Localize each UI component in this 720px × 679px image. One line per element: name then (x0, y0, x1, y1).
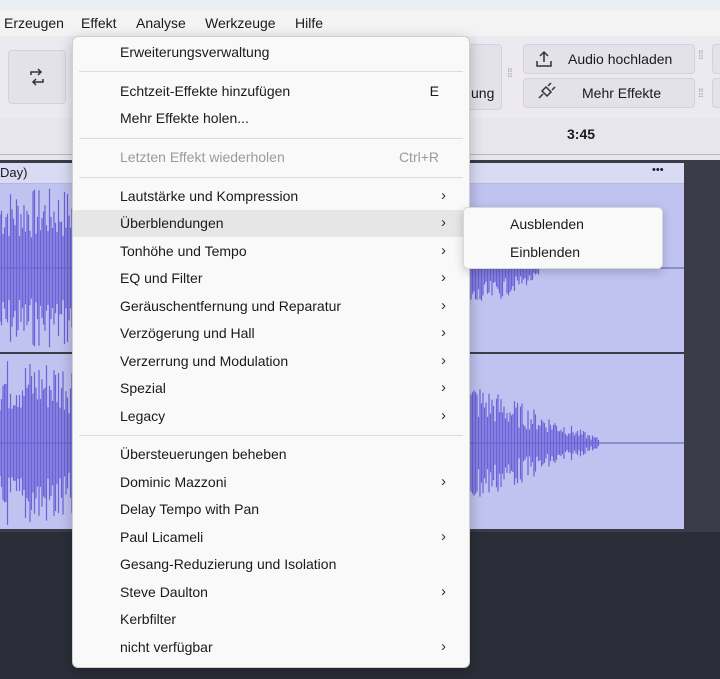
menu-item-echtzeit-effekte[interactable]: Echtzeit-Effekte hinzufügen E (73, 78, 469, 105)
menu-item-eq-filter[interactable]: EQ und Filter › (73, 265, 469, 292)
submenu-item-einblenden[interactable]: Einblenden (510, 244, 580, 260)
menu-effekt[interactable]: Effekt (81, 15, 117, 31)
chevron-right-icon: › (441, 214, 446, 231)
menu-item-tonhoehe[interactable]: Tonhöhe und Tempo › (73, 238, 469, 265)
menu-item-nicht-verfuegbar[interactable]: nicht verfügbar › (73, 634, 469, 661)
menu-item-erweiterungsverwaltung[interactable]: Erweiterungsverwaltung (73, 39, 469, 66)
chevron-right-icon: › (441, 242, 446, 259)
menu-item-mehr-effekte-holen[interactable]: Mehr Effekte holen... (73, 105, 469, 132)
menu-separator (79, 435, 463, 436)
chevron-right-icon: › (441, 583, 446, 600)
chevron-right-icon: › (441, 638, 446, 655)
menu-item-uebersteuerungen[interactable]: Übersteuerungen beheben (73, 441, 469, 468)
ruler-time-label: 3:45 (567, 126, 596, 142)
menu-separator (79, 177, 463, 178)
menu-erzeugen[interactable]: Erzeugen (4, 15, 64, 31)
clip-menu-dots[interactable]: ••• (652, 164, 664, 176)
submenu-item-ausblenden[interactable]: Ausblenden (510, 216, 584, 232)
chevron-right-icon: › (441, 269, 446, 286)
chevron-right-icon: › (441, 528, 446, 545)
menu-item-letzten-effekt[interactable]: Letzten Effekt wiederholen Ctrl+R (73, 144, 469, 171)
upload-icon (536, 50, 552, 67)
menu-item-legacy[interactable]: Legacy › (73, 403, 469, 430)
cutoff-button-2[interactable] (712, 78, 720, 108)
menu-item-paul-licameli[interactable]: Paul Licameli › (73, 524, 469, 551)
menu-item-geraeuschentfernung[interactable]: Geräuschentfernung und Reparatur › (73, 293, 469, 320)
menu-hilfe[interactable]: Hilfe (295, 15, 323, 31)
menu-item-spezial[interactable]: Spezial › (73, 375, 469, 402)
menu-item-lautstaerke[interactable]: Lautstärke und Kompression › (73, 183, 469, 210)
toolbar-grip-right-2[interactable]: ⁞⁞ (698, 86, 704, 100)
chevron-right-icon: › (441, 297, 446, 314)
more-effects-button[interactable]: Mehr Effekte (523, 78, 695, 108)
menu-item-verzoegerung[interactable]: Verzögerung und Hall › (73, 320, 469, 347)
chevron-right-icon: › (441, 473, 446, 490)
chevron-right-icon: › (441, 407, 446, 424)
menu-analyse[interactable]: Analyse (136, 15, 186, 31)
ueberblendungen-submenu: Ausblenden Einblenden (463, 207, 663, 269)
top-strip (0, 0, 720, 10)
cutoff-button[interactable] (712, 44, 720, 74)
effect-menu: Erweiterungsverwaltung Echtzeit-Effekte … (72, 36, 470, 668)
menu-item-ueberblendungen[interactable]: Überblendungen › (73, 210, 469, 237)
upload-label: Audio hochladen (568, 51, 673, 67)
menu-item-delay-tempo[interactable]: Delay Tempo with Pan (73, 496, 469, 523)
menu-separator (79, 71, 463, 72)
menu-item-steve-daulton[interactable]: Steve Daulton › (73, 579, 469, 606)
toolbar-grip-right[interactable]: ⁞⁞ (698, 48, 704, 62)
hidden-button-label: ung (471, 85, 495, 101)
chevron-right-icon: › (441, 352, 446, 369)
loop-button[interactable] (8, 50, 66, 104)
toolbar-grip[interactable]: ⁞⁞ (507, 66, 513, 80)
loop-icon (30, 68, 44, 86)
chevron-right-icon: › (441, 379, 446, 396)
menu-werkzeuge[interactable]: Werkzeuge (205, 15, 276, 31)
menu-item-gesang-reduzierung[interactable]: Gesang-Reduzierung und Isolation (73, 551, 469, 578)
menu-separator (79, 138, 463, 139)
menu-item-verzerrung[interactable]: Verzerrung und Modulation › (73, 348, 469, 375)
more-effects-label: Mehr Effekte (582, 85, 662, 101)
chevron-right-icon: › (441, 324, 446, 341)
upload-audio-button[interactable]: Audio hochladen (523, 44, 695, 74)
menu-bar: Erzeugen Effekt Analyse Werkzeuge Hilfe (0, 10, 720, 36)
menu-item-kerbfilter[interactable]: Kerbfilter (73, 606, 469, 633)
clip-name: Day) (0, 165, 28, 180)
plugin-icon (538, 82, 556, 99)
chevron-right-icon: › (441, 187, 446, 204)
menu-item-dominic-mazzoni[interactable]: Dominic Mazzoni › (73, 469, 469, 496)
